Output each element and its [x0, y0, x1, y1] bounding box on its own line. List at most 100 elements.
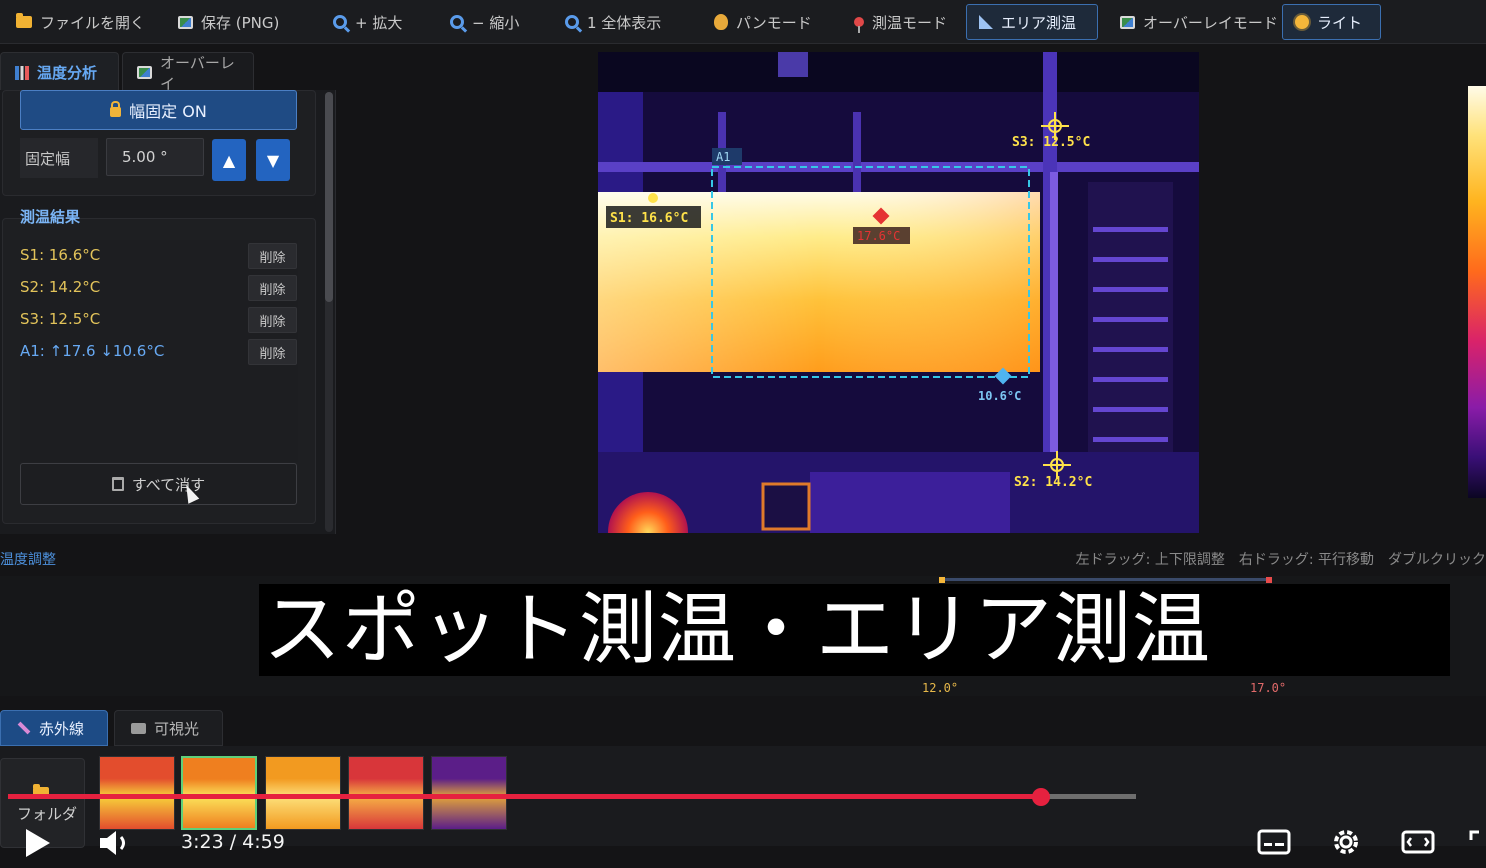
overlay-mode-label: オーバーレイモード [1143, 13, 1278, 32]
ceiling-fixture [778, 52, 808, 77]
subtitles-icon[interactable] [1256, 824, 1292, 860]
scrollbar-thumb[interactable] [325, 92, 333, 302]
area-a1-label: A1 [716, 150, 730, 164]
video-caption: スポット測温・エリア測温 [259, 584, 1450, 676]
tab-temperature-analysis-label: 温度分析 [37, 64, 98, 82]
camera-icon [131, 722, 146, 734]
temp-adjust-hint: 左ドラッグ: 上下限調整 右ドラッグ: 平行移動 ダブルクリック [1075, 552, 1486, 568]
result-row: S3: 12.5°C 削除 [20, 304, 298, 336]
clear-all-button[interactable]: すべて消す [20, 463, 297, 505]
tab-visible[interactable]: 可視光 [114, 710, 223, 746]
floor-box [810, 472, 1010, 533]
result-text: S3: 12.5°C [20, 310, 101, 328]
delete-button[interactable]: 削除 [248, 339, 297, 365]
save-png-button[interactable]: 保存 (PNG) [166, 4, 291, 40]
toolbar: ファイルを開く 保存 (PNG) + 拡大 − 縮小 1 全体表示 パンモード … [0, 0, 1486, 44]
trash-icon [111, 477, 124, 491]
top-rail [598, 162, 1199, 172]
chart-icon [15, 65, 29, 80]
theater-mode-icon[interactable] [1400, 824, 1436, 860]
delete-button[interactable]: 削除 [248, 275, 297, 301]
result-text: S2: 14.2°C [20, 278, 101, 296]
light-theme-button[interactable]: ライト [1282, 4, 1381, 40]
settings-gear-icon[interactable] [1328, 824, 1364, 860]
result-row: A1: ↑17.6 ↓10.6°C 削除 [20, 336, 298, 368]
fit-all-label: 1 全体表示 [587, 13, 662, 32]
tab-temperature-analysis[interactable]: 温度分析 [0, 52, 119, 92]
save-png-label: 保存 (PNG) [201, 13, 280, 32]
width-down-button[interactable]: ▼ [256, 139, 290, 181]
delete-button[interactable]: 削除 [248, 243, 297, 269]
fullscreen-icon[interactable] [1468, 824, 1486, 860]
pin-icon [854, 17, 864, 33]
spot-s1-marker[interactable] [648, 193, 658, 203]
histogram-low-label: 12.0° [922, 681, 959, 695]
result-row: S1: 16.6°C 削除 [20, 240, 298, 272]
image-icon [1120, 15, 1135, 29]
histogram-high-handle[interactable] [1266, 577, 1272, 583]
histogram-low-handle[interactable] [939, 577, 945, 583]
spot-s1-label: S1: 16.6°C [610, 211, 688, 226]
histogram-range-line [945, 578, 1268, 581]
thermal-image[interactable]: A1 S1: 16.6°C S3: 12.5°C S2: 14.2°C 17.6… [598, 52, 1199, 533]
lock-icon [110, 101, 122, 117]
temp-adjust-label: 温度調整 [0, 552, 56, 568]
result-row: S2: 14.2°C 削除 [20, 272, 298, 304]
area-measure-label: エリア測温 [1001, 13, 1077, 32]
area-measure-button[interactable]: エリア測温 [966, 4, 1098, 40]
thumbnail-item[interactable] [181, 756, 257, 830]
fixed-width-label: 固定幅 [20, 138, 98, 178]
video-progress-fill [8, 794, 1041, 799]
spot-s2-label: S2: 14.2°C [1014, 475, 1092, 490]
pan-mode-button[interactable]: パンモード [702, 4, 824, 40]
thumbnail-item[interactable] [431, 756, 507, 830]
histogram-high-label: 17.0° [1250, 681, 1287, 695]
thumbnail-item[interactable] [265, 756, 341, 830]
result-text: S1: 16.6°C [20, 246, 101, 264]
play-icon[interactable] [26, 829, 50, 857]
temperature-colorbar [1468, 86, 1486, 498]
area-icon [979, 15, 993, 29]
thumbnail-item[interactable] [348, 756, 424, 830]
folder-label: フォルダ [17, 805, 78, 823]
thumbnail-item[interactable] [99, 756, 175, 830]
open-file-label: ファイルを開く [40, 13, 146, 32]
result-text: A1: ↑17.6 ↓10.6°C [20, 342, 165, 360]
fit-all-button[interactable]: 1 全体表示 [553, 4, 673, 40]
width-lock-label: 幅固定 ON [129, 102, 207, 121]
delete-button[interactable]: 削除 [248, 307, 297, 333]
fit-icon [565, 15, 579, 29]
open-file-button[interactable]: ファイルを開く [4, 4, 157, 40]
spot-s3-label: S3: 12.5°C [1012, 135, 1090, 150]
sun-icon [1295, 15, 1309, 29]
tab-infrared[interactable]: 赤外線 [0, 710, 108, 746]
measure-mode-button[interactable]: 測温モード [842, 4, 959, 40]
width-lock-toggle[interactable]: 幅固定 ON [20, 90, 297, 130]
zoom-in-button[interactable]: + 拡大 [321, 4, 414, 40]
min-temp-label: 10.6°C [978, 389, 1021, 403]
results-list: S1: 16.6°C 削除 S2: 14.2°C 削除 S3: 12.5°C 削… [20, 240, 298, 462]
light-theme-label: ライト [1317, 13, 1363, 32]
video-time: 3:23 / 4:59 [181, 831, 285, 853]
zoom-out-label: − 縮小 [472, 13, 520, 32]
zoom-out-icon [450, 15, 464, 29]
volume-icon[interactable] [98, 828, 132, 858]
app-window: ファイルを開く 保存 (PNG) + 拡大 − 縮小 1 全体表示 パンモード … [0, 0, 1486, 868]
rail-post [853, 112, 861, 192]
overlay-mode-button[interactable]: オーバーレイモード [1108, 4, 1290, 40]
zoom-out-button[interactable]: − 縮小 [438, 4, 531, 40]
tab-overlay[interactable]: オーバーレイ [122, 52, 254, 93]
fixed-width-input[interactable]: 5.00 ° [106, 138, 204, 176]
image-icon [178, 15, 193, 29]
tab-infrared-label: 赤外線 [39, 719, 85, 738]
video-progress-handle[interactable] [1032, 788, 1050, 806]
measure-mode-label: 測温モード [872, 13, 948, 32]
results-title: 測温結果 [20, 208, 81, 226]
small-hot-object [761, 482, 811, 531]
image-icon [137, 66, 152, 79]
zoom-in-icon [333, 15, 347, 29]
zoom-in-label: + 拡大 [355, 13, 403, 32]
panel-scrollbar[interactable] [325, 92, 333, 532]
width-up-button[interactable]: ▲ [212, 139, 246, 181]
pan-mode-label: パンモード [736, 13, 812, 32]
